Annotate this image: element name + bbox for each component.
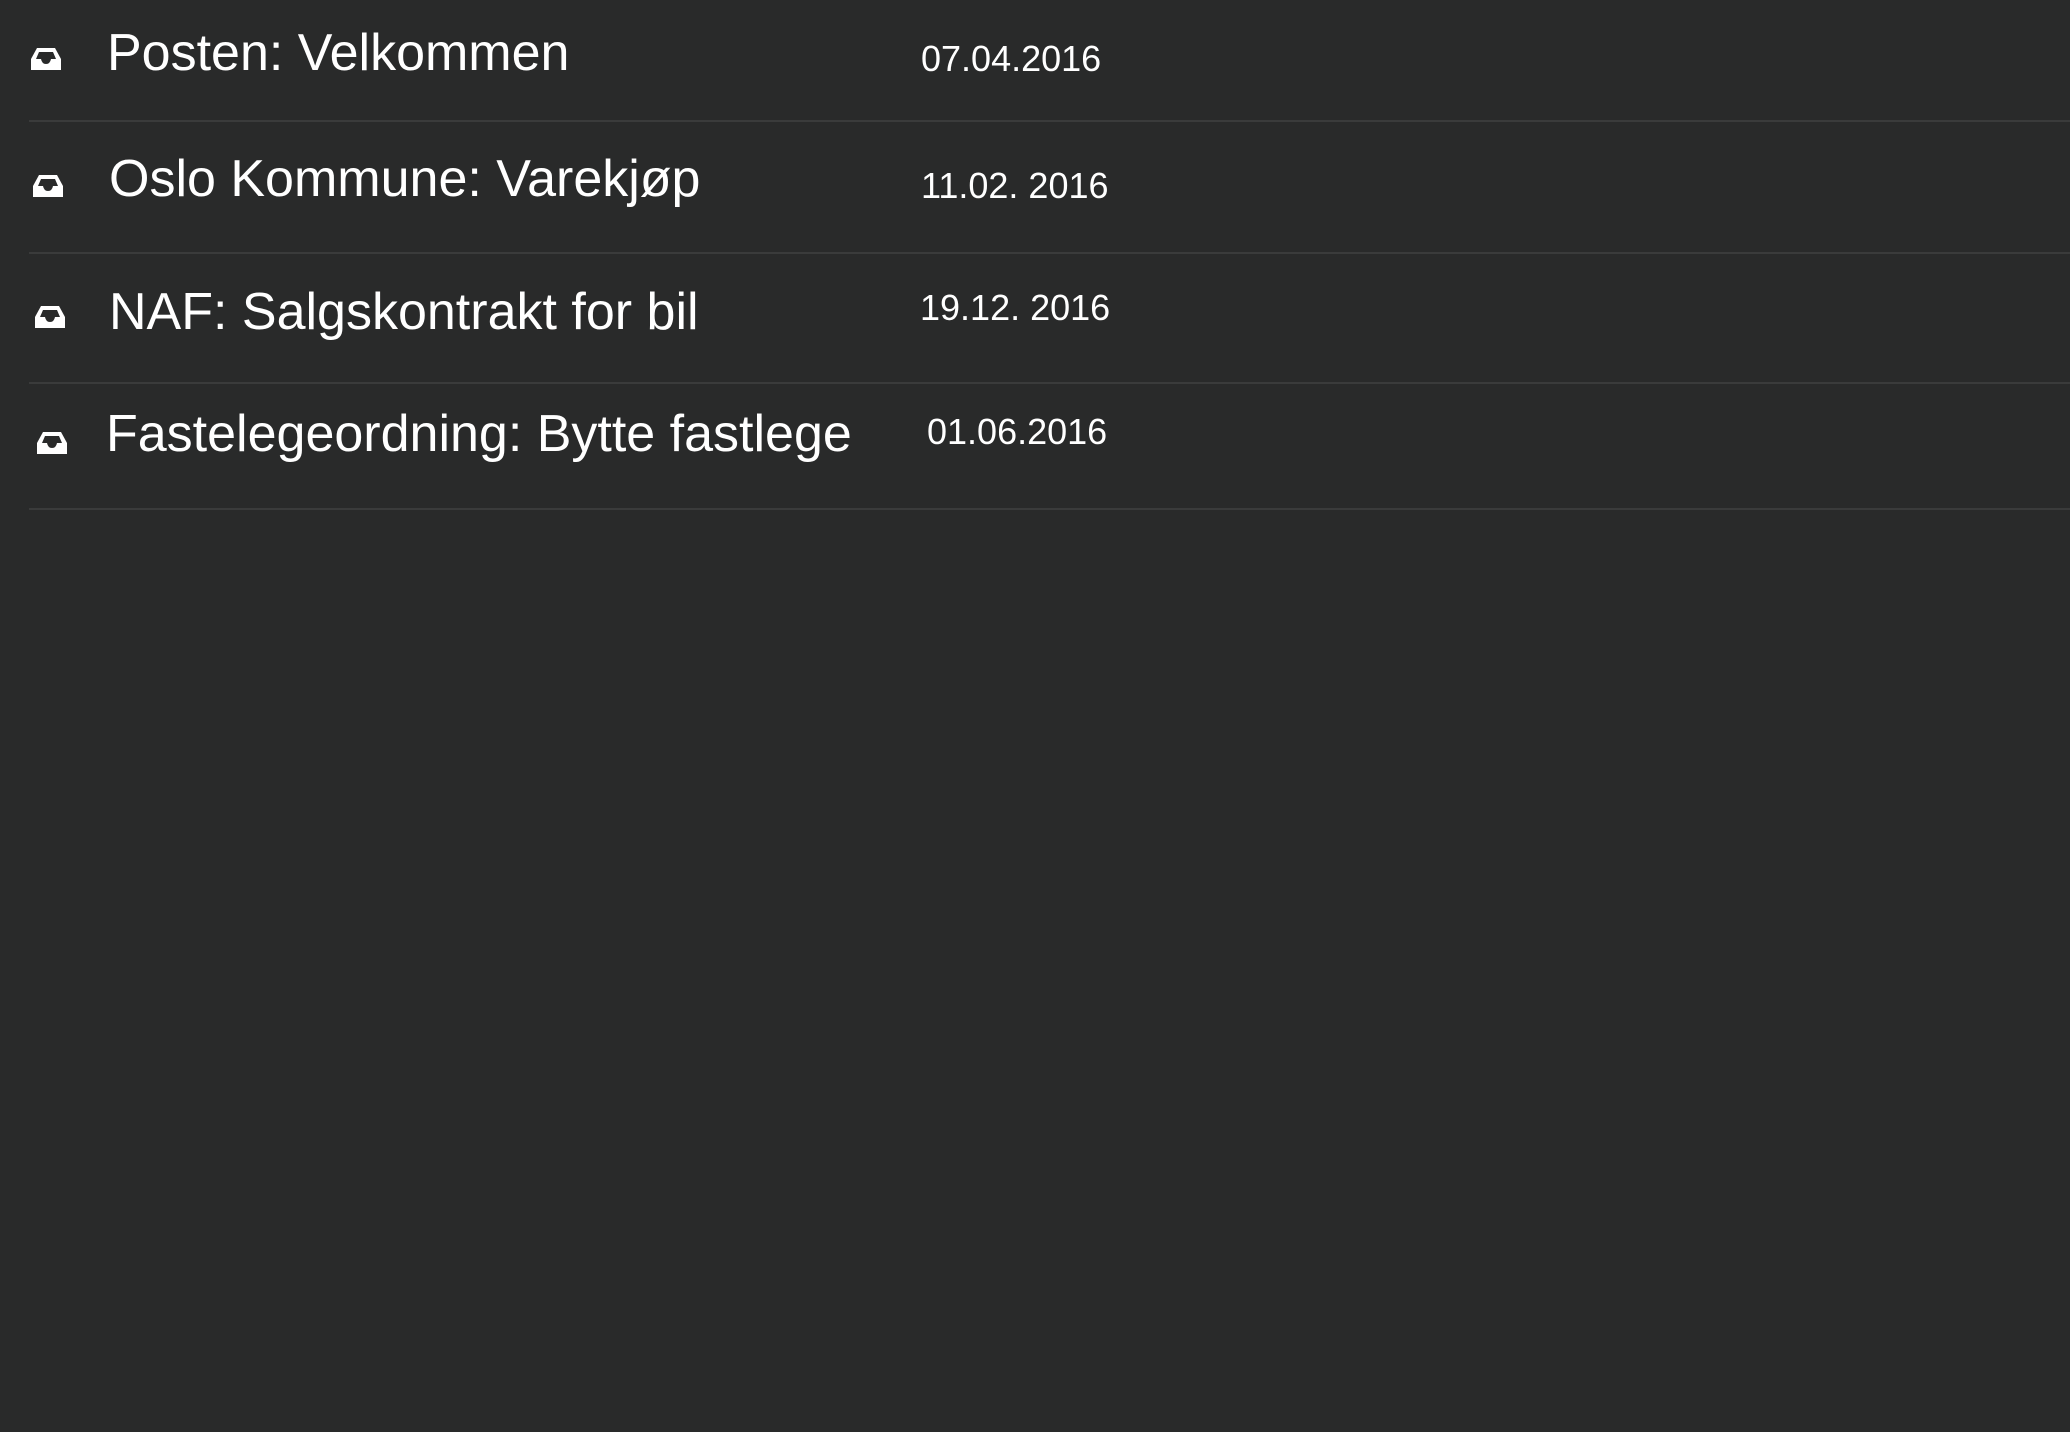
inbox-tray-icon (34, 304, 66, 330)
inbox-tray-icon (30, 46, 62, 72)
message-date: 11.02. 2016 (921, 165, 1109, 206)
message-row[interactable]: Fastelegeordning: Bytte fastlege 01.06.2… (0, 382, 2070, 510)
message-row[interactable]: Oslo Kommune: Varekjøp 11.02. 2016 (0, 126, 2070, 254)
message-subject: Oslo Kommune: Varekjøp (109, 150, 701, 208)
message-date: 19.12. 2016 (920, 287, 1111, 328)
row-divider (29, 508, 2070, 510)
inbox-tray-icon (36, 430, 68, 456)
message-date: 01.06.2016 (927, 411, 1108, 452)
message-subject: Posten: Velkommen (107, 24, 570, 82)
inbox-list: Posten: Velkommen 07.04.2016 Oslo Kommun… (0, 0, 2070, 510)
row-divider (29, 120, 2070, 122)
message-date: 07.04.2016 (921, 38, 1102, 79)
inbox-tray-icon (32, 173, 64, 199)
app-window: Posten: Velkommen 07.04.2016 Oslo Kommun… (0, 0, 2070, 1432)
message-row[interactable]: NAF: Salgskontrakt for bil 19.12. 2016 (0, 252, 2070, 384)
message-subject: Fastelegeordning: Bytte fastlege (106, 405, 852, 463)
message-row[interactable]: Posten: Velkommen 07.04.2016 (0, 0, 2070, 126)
message-subject: NAF: Salgskontrakt for bil (109, 283, 699, 341)
